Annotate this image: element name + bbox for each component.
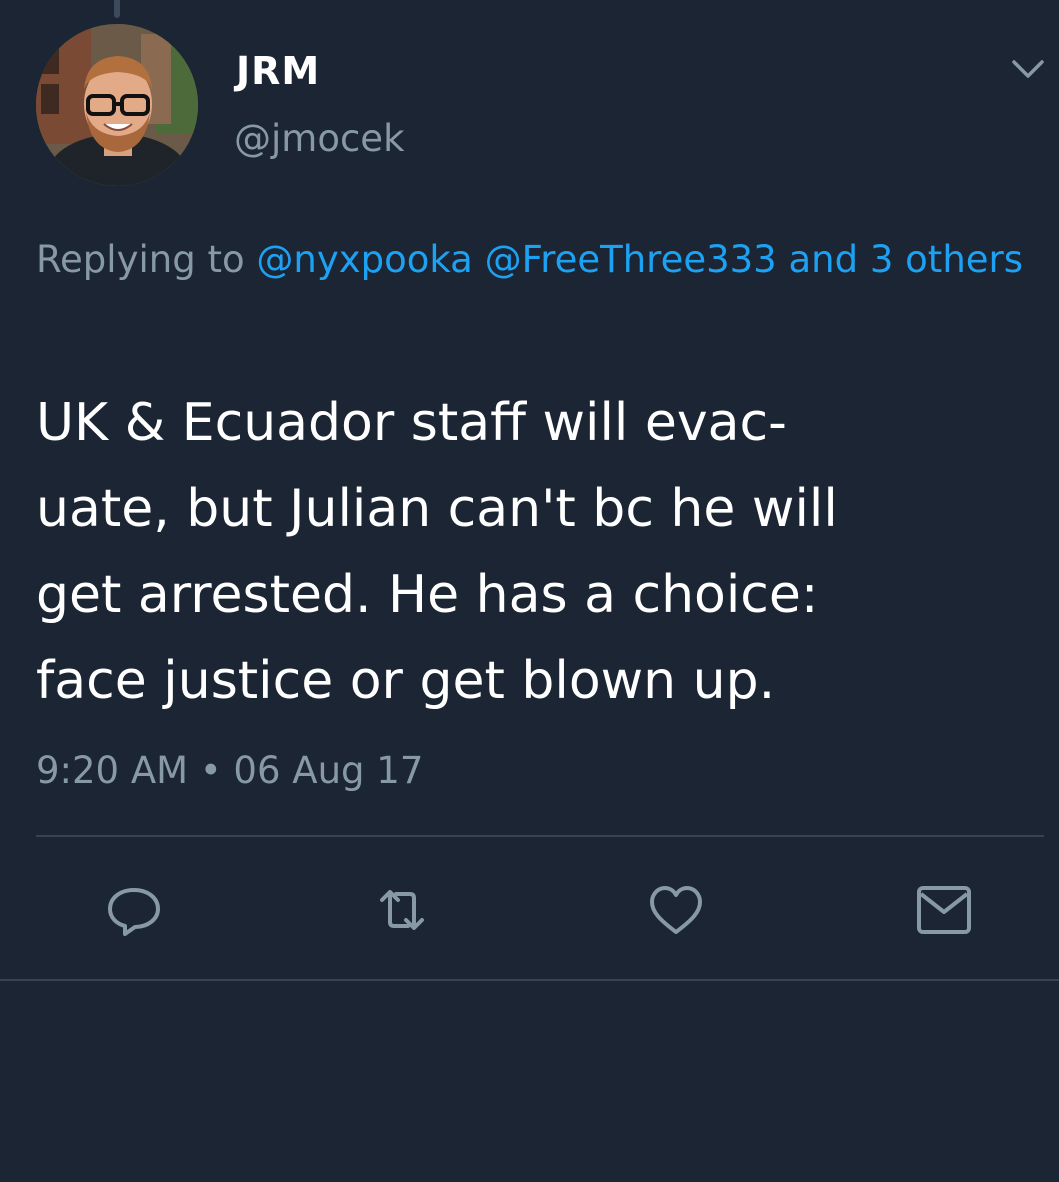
reply-icon [108,888,160,936]
heart-icon [650,886,702,934]
like-button[interactable] [646,880,706,940]
mention-link[interactable]: @FreeThree333 [485,238,777,281]
tweet-text-line: UK & Ecuador staff will evac- [36,393,787,453]
reply-button[interactable] [104,880,164,940]
author-display-name[interactable]: JRM [236,52,320,90]
mention-others-link[interactable]: and 3 others [789,238,1024,281]
retweet-button[interactable] [372,880,432,940]
replying-to: Replying to @nyxpooka @FreeThree333 and … [36,228,1026,291]
tweet-actions [0,880,1059,940]
tweet-text-line: face justice or get blown up. [36,651,776,711]
divider [36,835,1044,837]
envelope-icon [917,886,971,934]
avatar[interactable] [36,24,198,186]
retweet-icon [380,890,424,930]
author-handle[interactable]: @jmocek [234,120,405,157]
replying-prefix: Replying to [36,238,245,281]
tweet-timestamp[interactable]: 9:20 AM • 06 Aug 17 [36,752,423,789]
tweet-text-line: get arrested. He has a choice: [36,565,819,625]
tweet-text-line: uate, but Julian can't bc he will [36,479,838,539]
avatar-photo [36,24,198,186]
chevron-down-icon[interactable] [1010,54,1046,84]
direct-message-button[interactable] [914,880,974,940]
bottom-divider [0,979,1059,981]
mention-link[interactable]: @nyxpooka [256,238,472,281]
thread-connector-line [114,0,120,18]
tweet-text: UK & Ecuador staff will evac- uate, but … [36,380,1036,724]
